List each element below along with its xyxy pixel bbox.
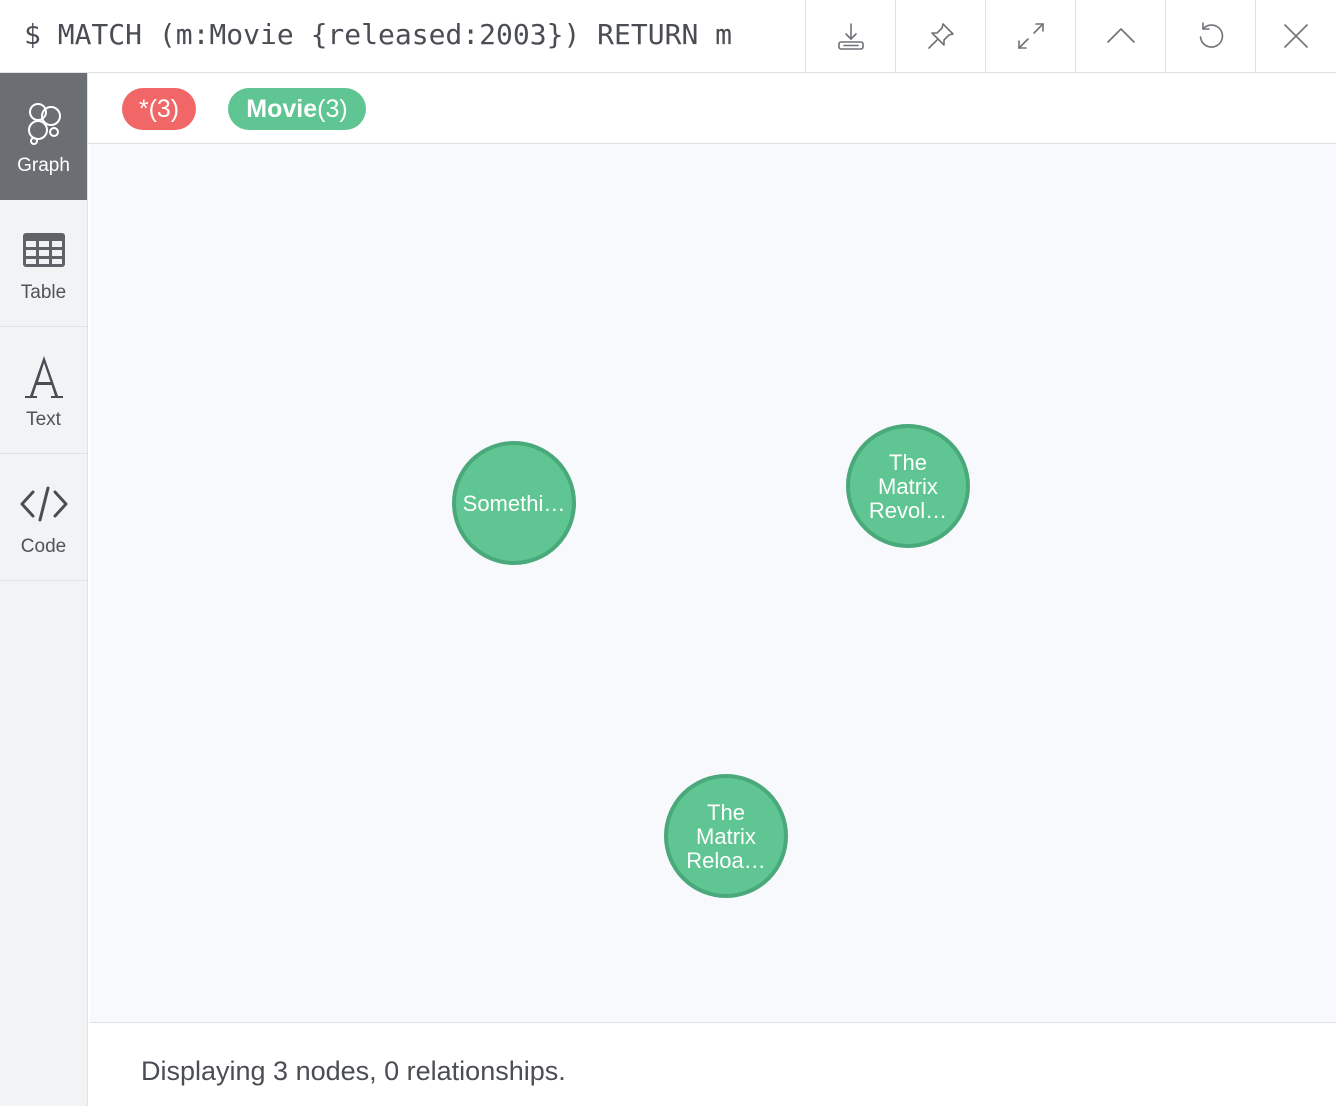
node-label: Matrix <box>878 474 938 499</box>
view-sidebar: Graph Table Text Code <box>0 73 88 1106</box>
refresh-icon <box>1199 22 1223 48</box>
sidebar-item-table[interactable]: Table <box>0 200 87 327</box>
sidebar-item-label: Code <box>20 536 67 557</box>
graph-icon <box>27 103 61 145</box>
node-label: Revol… <box>869 498 947 523</box>
node-label: The <box>889 450 927 475</box>
node-label: The <box>707 800 745 825</box>
movie-label-badge[interactable]: Movie(3) <box>228 88 366 130</box>
close-icon <box>1284 24 1308 48</box>
sidebar-item-text[interactable]: Text <box>0 327 87 454</box>
frame-header: $ MATCH (m:Movie {released:2003}) RETURN… <box>0 0 1336 73</box>
code-icon <box>20 486 67 522</box>
badge-label: Movie <box>246 95 318 123</box>
close-button[interactable] <box>1255 0 1336 72</box>
badge-count: (3) <box>148 95 180 123</box>
pin-button[interactable] <box>895 0 985 72</box>
expand-icon <box>1017 23 1044 49</box>
table-icon <box>22 233 65 267</box>
movie-node[interactable]: Somethi… <box>452 441 576 565</box>
all-labels-badge[interactable]: *(3) <box>122 88 196 130</box>
query-text[interactable]: $ MATCH (m:Movie {released:2003}) RETURN… <box>24 0 732 72</box>
sidebar-item-label: Graph <box>17 155 70 176</box>
download-button[interactable] <box>805 0 895 72</box>
rerun-button[interactable] <box>1165 0 1255 72</box>
label-legend: *(3) Movie(3) <box>88 73 1336 144</box>
node-label: Somethi… <box>463 491 566 516</box>
status-text: Displaying 3 nodes, 0 relationships. <box>141 1056 566 1086</box>
download-icon <box>837 23 864 50</box>
movie-node[interactable]: TheMatrixRevol… <box>846 424 970 548</box>
badge-count: (3) <box>317 95 348 123</box>
graph-canvas[interactable]: Somethi… The Matrix Revol… The Matrix Reloa… <box>90 144 1336 1022</box>
sidebar-item-label: Table <box>20 282 67 303</box>
sidebar-item-code[interactable]: Code <box>0 454 87 581</box>
sidebar-item-graph[interactable]: Graph <box>0 73 87 200</box>
chevron-up-icon <box>1106 28 1135 43</box>
graph-svg: Somethi…TheMatrixRevol…TheMatrixReloa… <box>452 424 970 898</box>
sidebar-item-label: Text <box>26 409 61 430</box>
result-frame: $ MATCH (m:Movie {released:2003}) RETURN… <box>0 0 1336 1106</box>
fullscreen-button[interactable] <box>985 0 1075 72</box>
node-label: Reloa… <box>686 848 765 873</box>
pin-icon <box>927 23 954 49</box>
status-bar: Displaying 3 nodes, 0 relationships. <box>90 1022 1336 1106</box>
badge-label: * <box>138 95 149 123</box>
collapse-button[interactable] <box>1075 0 1165 72</box>
text-icon <box>24 356 63 398</box>
node-label: Matrix <box>696 824 756 849</box>
movie-node[interactable]: TheMatrixReloa… <box>664 774 788 898</box>
